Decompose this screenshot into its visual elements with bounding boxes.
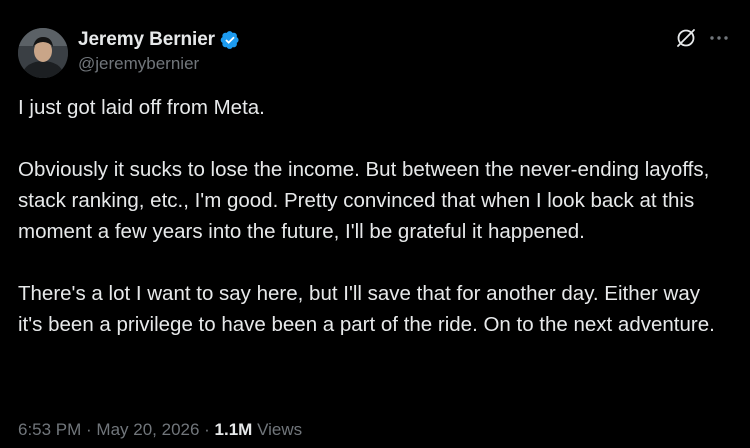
meta-separator: ·	[199, 420, 215, 439]
avatar[interactable]	[18, 28, 68, 78]
tweet-paragraph: I just got laid off from Meta.	[18, 96, 265, 119]
verified-badge-icon	[220, 30, 240, 50]
tweet-meta: 6:53 PM · May 20, 2026 · 1.1M Views	[18, 420, 302, 440]
tweet-actions	[674, 26, 730, 55]
tweet-card: Jeremy Bernier @jeremybernier I just got…	[0, 0, 750, 448]
grok-icon[interactable]	[674, 26, 698, 55]
display-name[interactable]: Jeremy Bernier	[78, 29, 215, 51]
tweet-time[interactable]: 6:53 PM	[18, 420, 81, 439]
tweet-header: Jeremy Bernier @jeremybernier	[18, 24, 732, 80]
meta-separator: ·	[81, 420, 97, 439]
tweet-date[interactable]: May 20, 2026	[96, 420, 199, 439]
tweet-text: I just got laid off from Meta. Obviously…	[18, 92, 730, 340]
tweet-paragraph: There's a lot I want to say here, but I'…	[18, 282, 715, 336]
tweet-paragraph: Obviously it sucks to lose the income. B…	[18, 158, 710, 243]
author-handle[interactable]: @jeremybernier	[78, 54, 240, 74]
more-icon[interactable]	[708, 27, 730, 54]
author-identity: Jeremy Bernier @jeremybernier	[78, 29, 240, 74]
views-count: 1.1M	[214, 420, 253, 439]
avatar-image	[18, 28, 68, 78]
views-label: Views	[252, 420, 303, 439]
name-row: Jeremy Bernier	[78, 29, 240, 51]
